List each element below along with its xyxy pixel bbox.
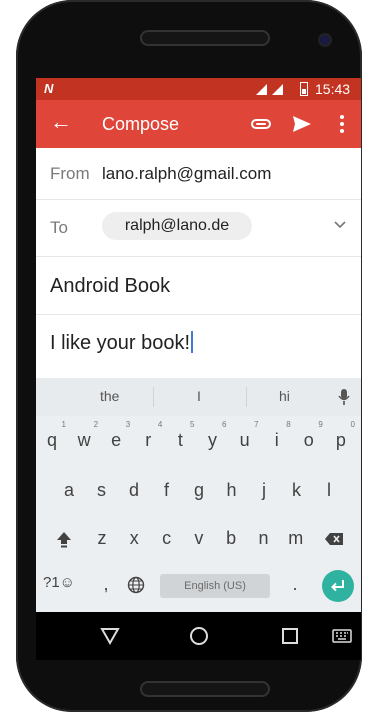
page-title: Compose	[102, 114, 180, 134]
earpiece-speaker	[140, 30, 270, 46]
battery-icon	[300, 82, 308, 96]
key-hint: 6	[222, 420, 227, 429]
key-label: q	[46, 430, 57, 450]
key-hint: 0	[350, 420, 355, 429]
key-r[interactable]: 4r	[134, 420, 162, 451]
key-c[interactable]: c	[153, 528, 181, 549]
key-hint: 4	[157, 420, 163, 429]
key-y[interactable]: 6y	[199, 420, 227, 451]
key-label: t	[177, 430, 183, 450]
suggestion-hi[interactable]: hi	[279, 388, 290, 404]
back-arrow-icon[interactable]: ←	[50, 110, 72, 134]
key-b[interactable]: b	[217, 528, 245, 549]
key-m[interactable]: m	[282, 528, 310, 549]
globe-icon[interactable]	[122, 576, 150, 599]
suggestion-the[interactable]: the	[100, 388, 119, 404]
body-text: I like your book!	[50, 332, 191, 354]
app-bar: ← Compose	[36, 100, 361, 148]
key-d[interactable]: d	[120, 480, 148, 501]
key-label: w	[77, 430, 91, 450]
body-field[interactable]: I like your book!	[50, 331, 194, 355]
suggestion-divider	[246, 387, 247, 407]
symbols-key[interactable]: ?1☺	[42, 574, 76, 591]
key-hint: 7	[254, 420, 259, 429]
signal-icon	[272, 84, 283, 95]
key-label: u	[239, 430, 250, 450]
subject-row[interactable]: Android Book	[36, 257, 361, 315]
text-cursor	[191, 331, 194, 353]
period-key[interactable]: .	[281, 574, 309, 595]
key-hint: 5	[189, 420, 195, 429]
key-label: o	[303, 430, 314, 450]
more-options-icon[interactable]	[339, 114, 345, 139]
suggestion-i[interactable]: I	[197, 388, 201, 404]
from-account[interactable]: lano.ralph@gmail.com	[102, 164, 271, 184]
navigation-bar	[36, 612, 361, 660]
from-label: From	[50, 164, 90, 183]
space-key[interactable]: English (US)	[160, 574, 270, 598]
notification-icon: N	[44, 81, 54, 96]
key-label: r	[145, 430, 152, 450]
key-v[interactable]: v	[185, 528, 213, 549]
key-o[interactable]: 9o	[295, 420, 323, 451]
key-hint: 8	[286, 420, 291, 429]
key-label: y	[208, 430, 217, 450]
back-nav-icon[interactable]	[100, 627, 120, 650]
key-z[interactable]: z	[88, 528, 116, 549]
comma-key[interactable]: ,	[92, 574, 120, 595]
from-row[interactable]: From lano.ralph@gmail.com	[36, 148, 361, 200]
key-w[interactable]: 2w	[70, 420, 99, 451]
key-h[interactable]: h	[218, 480, 246, 501]
enter-key[interactable]	[322, 570, 354, 602]
key-hint: 9	[318, 420, 323, 429]
key-j[interactable]: j	[250, 480, 278, 501]
key-i[interactable]: 8i	[263, 420, 291, 451]
key-s[interactable]: s	[88, 480, 116, 501]
key-u[interactable]: 7u	[231, 420, 259, 451]
key-g[interactable]: g	[185, 480, 213, 501]
status-bar: N 15:43	[36, 78, 361, 100]
to-row[interactable]: To ralph@lano.de	[36, 200, 361, 257]
body-row[interactable]: I like your book!	[36, 315, 361, 378]
recipient-chip[interactable]: ralph@lano.de	[102, 212, 252, 240]
backspace-key[interactable]	[320, 530, 348, 551]
key-l[interactable]: l	[315, 480, 343, 501]
phone-screen: N 15:43 ← Compose From lano.ralph@gmail.…	[36, 78, 361, 660]
to-label: To	[50, 218, 68, 237]
send-icon[interactable]	[291, 113, 313, 140]
keyboard-switch-icon[interactable]	[332, 629, 352, 648]
key-label: e	[111, 430, 122, 450]
microphone-icon[interactable]	[338, 388, 350, 411]
key-a[interactable]: a	[55, 480, 83, 501]
key-q[interactable]: 1q	[38, 420, 66, 451]
key-n[interactable]: n	[250, 528, 278, 549]
key-f[interactable]: f	[153, 480, 181, 501]
front-camera	[320, 35, 330, 45]
key-x[interactable]: x	[120, 528, 148, 549]
chevron-down-icon[interactable]	[334, 216, 346, 234]
shift-key[interactable]	[50, 530, 78, 553]
key-label: p	[335, 430, 346, 450]
suggestion-divider	[153, 387, 154, 407]
key-hint: 2	[93, 420, 99, 429]
recents-nav-icon[interactable]	[281, 627, 299, 650]
status-time: 15:43	[315, 81, 351, 97]
suggestion-strip: the I hi	[36, 378, 361, 416]
key-label: i	[274, 430, 279, 450]
wifi-icon	[256, 84, 267, 95]
subject-field[interactable]: Android Book	[50, 275, 170, 298]
key-hint: 3	[125, 420, 131, 429]
key-hint: 1	[61, 420, 66, 429]
key-p[interactable]: 0p	[327, 420, 355, 451]
home-nav-icon[interactable]	[189, 626, 209, 651]
key-e[interactable]: 3e	[102, 420, 130, 451]
attach-icon[interactable]	[250, 114, 272, 139]
key-t[interactable]: 5t	[166, 420, 195, 451]
key-k[interactable]: k	[283, 480, 311, 501]
soft-keyboard: the I hi 1q2w3e4r5t6y7u8i9o0p asdfghjkl …	[36, 378, 361, 612]
bottom-speaker	[140, 681, 270, 697]
